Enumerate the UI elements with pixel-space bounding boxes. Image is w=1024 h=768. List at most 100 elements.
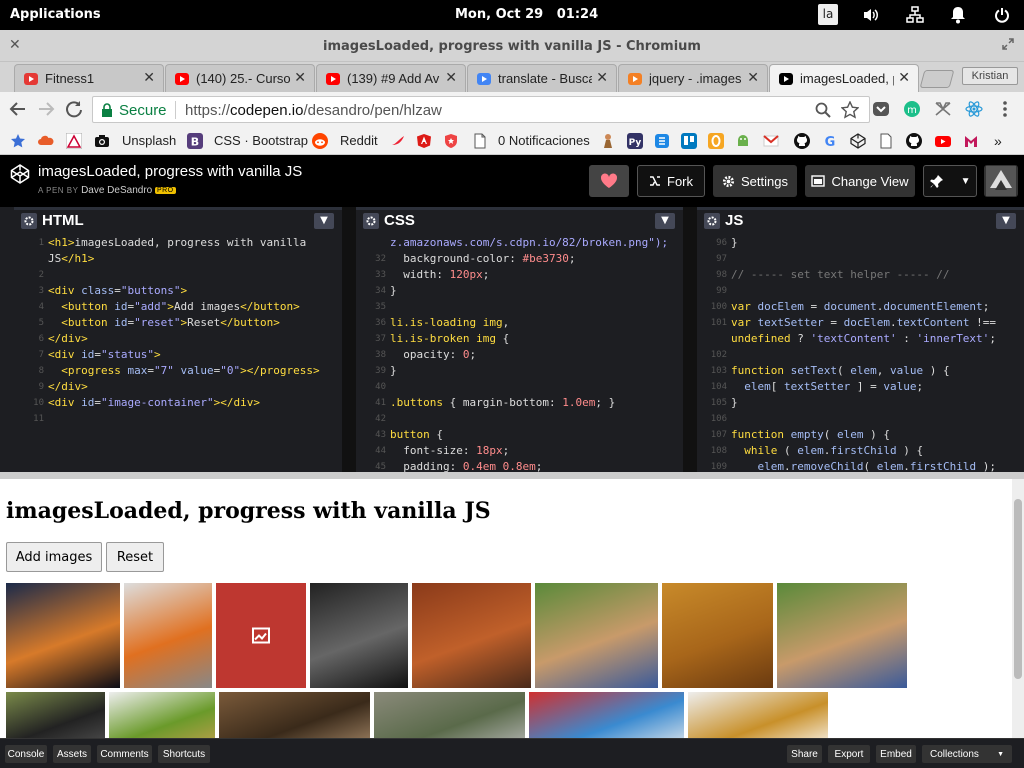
shield-bookmark-icon[interactable] [443,133,459,149]
star-bookmark-icon[interactable] [10,133,26,149]
code-line[interactable]: 35 [356,299,683,315]
cloud-bookmark-icon[interactable] [38,133,54,149]
bootstrap-icon[interactable]: B [187,133,203,149]
js-editor-pane[interactable]: JS ▼ 96} 97 98 // ----- set text helper ---… [697,207,1024,472]
js-collapse-chevron-icon[interactable]: ▼ [996,213,1016,229]
code-line[interactable]: 44 font-size: 18px; [356,443,683,459]
forward-arrow-icon[interactable] [36,99,58,121]
document-bookmark-icon[interactable] [878,133,894,149]
code-line[interactable]: 32 background-color: #be3730; [356,251,683,267]
user-avatar[interactable] [984,165,1018,197]
android-bookmark-icon[interactable] [735,133,751,149]
trello-icon[interactable] [681,133,697,149]
code-line[interactable]: 101 var textSetter = docElem.textContent … [697,315,1024,331]
collections-dropdown[interactable]: Collections ▼ [922,745,1012,763]
shortcuts-button[interactable]: Shortcuts [158,745,210,763]
browser-tab[interactable]: (140) 25.- Curso ✕ [165,64,315,92]
code-line[interactable]: JS</h1> [14,251,342,267]
python-bookmark-icon[interactable]: Py [627,133,643,149]
code-line[interactable]: 98 // ----- set text helper ----- // [697,267,1024,283]
code-line[interactable]: 97 [697,251,1024,267]
triangle-bookmark-icon[interactable] [66,133,82,149]
pin-dropdown-button[interactable]: ▼ [923,165,977,197]
bookmark-notificaciones[interactable]: 0 Notificaciones [498,133,590,148]
reset-button[interactable]: Reset [106,542,164,572]
editor-resize-handle-2[interactable] [683,207,697,472]
code-line[interactable]: 99 [697,283,1024,299]
console-button[interactable]: Console [5,745,47,763]
author-link[interactable]: Dave DeSandro [81,185,152,196]
code-line[interactable]: 45 padding: 0.4em 0.8em; [356,459,683,472]
codepen-logo-icon[interactable] [10,164,30,184]
love-button[interactable] [589,165,629,197]
github-icon-2[interactable] [906,133,922,149]
code-line[interactable]: 10 <div id="image-container"></div> [14,395,342,411]
code-line[interactable]: 9 </div> [14,379,342,395]
js-code-area[interactable]: 96} 97 98 // ----- set text helper ----- //… [697,235,1024,472]
code-line[interactable]: z.amazonaws.com/s.cdpn.io/82/broken.png"… [356,235,683,251]
fork-button[interactable]: Fork [637,165,705,197]
code-line[interactable]: 33 width: 120px; [356,267,683,283]
figure-bookmark-icon[interactable] [600,133,616,149]
assets-button[interactable]: Assets [53,745,91,763]
code-line[interactable]: 3 <div class="buttons"> [14,283,342,299]
code-line[interactable]: 43 button { [356,427,683,443]
code-line[interactable]: 41 .buttons { margin-bottom: 1.0em; } [356,395,683,411]
tab-close-icon[interactable]: ✕ [747,69,759,86]
code-line[interactable]: 11 [14,411,342,427]
code-line[interactable]: 106 [697,411,1024,427]
html-editor-pane[interactable]: HTML ▼ 1 <h1>imagesLoaded, progress with … [14,207,342,472]
change-view-button[interactable]: Change View [805,165,915,197]
html-settings-gear-icon[interactable] [21,213,37,229]
new-tab-button[interactable] [919,70,955,88]
browser-tab[interactable]: translate - Busca ✕ [467,64,617,92]
code-line[interactable]: 100 var docElem = document.documentElemen… [697,299,1024,315]
m-extension-icon[interactable]: m [903,100,925,122]
code-line[interactable]: 34} [356,283,683,299]
bird-bookmark-icon[interactable] [390,133,406,149]
code-line[interactable]: undefined ? 'textContent' : 'innerText'; [697,331,1024,347]
github-icon[interactable] [794,133,810,149]
bookmark-css-bootstrap[interactable]: CSS · Bootstrap [214,133,308,148]
code-line[interactable]: 38 opacity: 0; [356,347,683,363]
html-collapse-chevron-icon[interactable]: ▼ [314,213,334,229]
code-line[interactable]: 37 li.is-broken img { [356,331,683,347]
reload-icon[interactable] [64,99,86,121]
code-line[interactable]: 36 li.is-loading img, [356,315,683,331]
youtube-bookmark-icon[interactable] [935,133,951,149]
reddit-icon[interactable] [312,133,328,149]
keyboard-layout-indicator[interactable]: la [818,4,838,25]
code-line[interactable]: 40 [356,379,683,395]
system-clock[interactable]: Mon, Oct 29 01:24 [455,7,598,22]
html-code-area[interactable]: 1 <h1>imagesLoaded, progress with vanilla… [14,235,342,472]
code-line[interactable]: 5 <button id="reset">Reset</button> [14,315,342,331]
notifications-bell-icon[interactable] [947,4,969,26]
more-bookmarks-chevron-icon[interactable]: » [994,133,1002,149]
codepen-bookmark-icon[interactable] [850,133,866,149]
m-bookmark-icon[interactable] [963,133,979,149]
google-bookmark-icon[interactable]: G [822,133,838,149]
code-line[interactable]: 96} [697,235,1024,251]
browser-tab[interactable]: imagesLoaded, p ✕ [769,64,919,92]
code-line[interactable]: 6 </div> [14,331,342,347]
browser-tab[interactable]: (139) #9 Add Av ✕ [316,64,466,92]
code-line[interactable]: 1 <h1>imagesLoaded, progress with vanilla [14,235,342,251]
window-restore-icon[interactable] [1002,38,1014,50]
code-line[interactable]: 102 [697,347,1024,363]
network-icon[interactable] [904,4,926,26]
settings-button[interactable]: Settings [713,165,797,197]
applications-menu[interactable]: Applications [10,7,101,22]
bookmark-star-icon[interactable] [841,101,859,119]
code-line[interactable]: 42 [356,411,683,427]
code-line[interactable]: 105} [697,395,1024,411]
gmail-icon[interactable] [763,133,779,149]
editor-resize-handle[interactable] [342,207,356,472]
volume-icon[interactable] [860,4,882,26]
css-collapse-chevron-icon[interactable]: ▼ [655,213,675,229]
window-title-bar[interactable]: ✕ imagesLoaded, progress with vanilla JS… [0,30,1024,62]
code-line[interactable]: 107 function empty( elem ) { [697,427,1024,443]
share-button[interactable]: Share [787,745,822,763]
js-settings-gear-icon[interactable] [704,213,720,229]
bookmark-reddit[interactable]: Reddit [340,133,378,148]
add-images-button[interactable]: Add images [6,542,102,572]
